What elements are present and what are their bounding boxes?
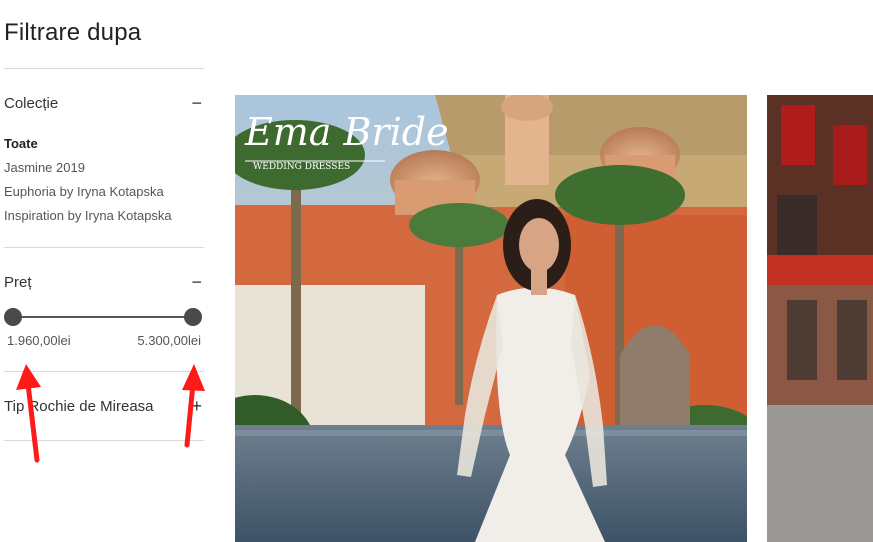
price-section-header[interactable]: Preț − — [4, 271, 204, 295]
slider-max-handle[interactable] — [184, 308, 202, 326]
collapse-icon[interactable]: − — [191, 93, 202, 114]
slider-min-handle[interactable] — [4, 308, 22, 326]
product-image[interactable] — [767, 95, 873, 542]
wedding-dress-photo: Ema Bride WEDDING DRESSES — [235, 95, 747, 542]
collection-list: Toate Jasmine 2019 Euphoria by Iryna Kot… — [4, 135, 204, 231]
brand-logo-subtext: WEDDING DRESSES — [253, 162, 350, 172]
divider — [4, 440, 204, 441]
page: Filtrare dupa Colecție − Toate Jasmine 2… — [0, 0, 873, 542]
product-photo — [767, 95, 873, 542]
brand-logo-text: Ema Bride — [244, 110, 449, 154]
price-range-slider[interactable] — [4, 307, 204, 327]
price-min-value: 1.960,00lei — [7, 333, 71, 348]
collection-item-jasmine-2019[interactable]: Jasmine 2019 — [4, 159, 204, 183]
product-image[interactable]: Ema Bride WEDDING DRESSES — [235, 95, 747, 542]
divider — [4, 247, 204, 248]
collapse-icon[interactable]: − — [191, 272, 202, 293]
price-section-label: Preț — [4, 274, 32, 291]
price-max-value: 5.300,00lei — [137, 333, 201, 348]
collection-section-label: Colecție — [4, 95, 59, 112]
filter-title: Filtrare dupa — [4, 19, 142, 46]
slider-track[interactable] — [12, 316, 193, 318]
divider — [4, 68, 204, 69]
collection-item-toate[interactable]: Toate — [4, 135, 204, 159]
expand-icon[interactable]: + — [191, 396, 202, 417]
dress-type-section-header[interactable]: Tip Rochie de Mireasa + — [4, 395, 204, 419]
collection-section-header[interactable]: Colecție − — [4, 92, 204, 116]
divider — [4, 371, 204, 372]
dress-type-section-label: Tip Rochie de Mireasa — [4, 398, 154, 415]
collection-item-euphoria[interactable]: Euphoria by Iryna Kotapska — [4, 183, 204, 207]
collection-item-inspiration[interactable]: Inspiration by Iryna Kotapska — [4, 207, 204, 231]
